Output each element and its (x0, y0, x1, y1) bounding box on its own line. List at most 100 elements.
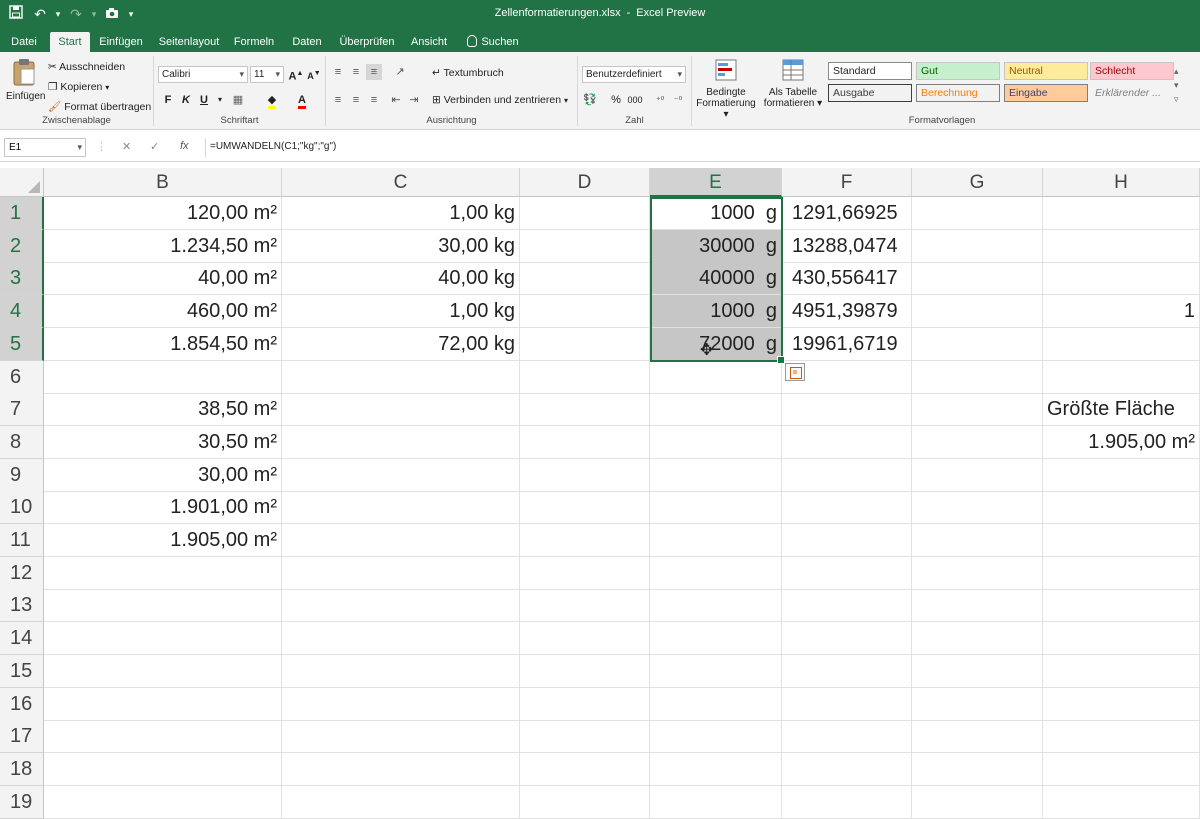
row-header-13[interactable]: 13 (0, 589, 44, 623)
cell-g13[interactable] (912, 589, 1043, 623)
cell-g3[interactable] (912, 262, 1043, 296)
cell-h10[interactable] (1043, 491, 1200, 525)
cell-c9[interactable] (282, 458, 520, 492)
cell-c8[interactable] (282, 425, 520, 459)
row-header-16[interactable]: 16 (0, 687, 44, 721)
cell-g9[interactable] (912, 458, 1043, 492)
cell-d4[interactable] (520, 295, 650, 329)
cell-e8[interactable] (650, 425, 782, 459)
row-header-14[interactable]: 14 (0, 622, 44, 656)
italic-button[interactable]: K (178, 92, 194, 108)
cell-h17[interactable] (1043, 720, 1200, 754)
cell-f11[interactable] (782, 524, 912, 557)
cell-b14[interactable] (44, 622, 282, 656)
worksheet-grid[interactable]: B C D E F G H 1 120,00 m² 1,00 kg 1000 g 1291,66925… (0, 168, 1200, 819)
cell-b11[interactable]: 1.905,00 m² (44, 524, 282, 557)
align-left-icon[interactable]: ≡ (330, 92, 346, 108)
cell-c17[interactable] (282, 720, 520, 754)
cell-g12[interactable] (912, 556, 1043, 590)
cell-b8[interactable]: 30,50 m² (44, 425, 282, 459)
row-header-12[interactable]: 12 (0, 556, 44, 590)
cell-e11[interactable] (650, 524, 782, 557)
cell-h9[interactable] (1043, 458, 1200, 492)
cell-c19[interactable] (282, 785, 520, 819)
cancel-icon[interactable]: ✕ (122, 140, 131, 153)
cell-c3[interactable]: 40,00 kg (282, 262, 520, 296)
cell-g7[interactable] (912, 393, 1043, 427)
cell-f7[interactable] (782, 393, 912, 427)
cell-e16[interactable] (650, 687, 782, 721)
cell-style-5[interactable]: Ausgabe (828, 84, 912, 102)
cell-h5[interactable] (1043, 327, 1200, 361)
cell-g8[interactable] (912, 425, 1043, 459)
cell-h3[interactable] (1043, 262, 1200, 296)
number-format-select[interactable]: Benutzerdefiniert (582, 66, 686, 83)
cell-e6[interactable] (650, 360, 782, 394)
cell-e15[interactable] (650, 654, 782, 688)
cell-d3[interactable] (520, 262, 650, 296)
cell-e7[interactable] (650, 393, 782, 427)
row-header-11[interactable]: 11 (0, 524, 44, 557)
column-header-c[interactable]: C (282, 168, 520, 197)
row-header-18[interactable]: 18 (0, 752, 44, 786)
cell-d13[interactable] (520, 589, 650, 623)
insert-function-icon[interactable]: fx (180, 140, 189, 152)
cell-e5[interactable]: 72000 g (650, 327, 782, 361)
cell-style-1[interactable]: Standard (828, 62, 912, 80)
column-header-e[interactable]: E (650, 168, 782, 197)
cell-d11[interactable] (520, 524, 650, 557)
shrink-font-button[interactable]: A▼ (306, 66, 322, 84)
cell-f18[interactable] (782, 752, 912, 786)
tab-daten[interactable]: Daten (288, 32, 326, 52)
copy-button[interactable]: ❐ Kopieren ▾ (48, 81, 109, 93)
row-header-10[interactable]: 10 (0, 491, 44, 525)
underline-dropdown-icon[interactable]: ▾ (212, 92, 228, 108)
tab-formeln[interactable]: Formeln (230, 32, 278, 52)
cell-c16[interactable] (282, 687, 520, 721)
tab-start[interactable]: Start (50, 32, 90, 52)
row-header-4[interactable]: 4 (0, 295, 44, 329)
row-header-8[interactable]: 8 (0, 425, 44, 459)
cell-b5[interactable]: 1.854,50 m² (44, 327, 282, 361)
cell-d1[interactable] (520, 197, 650, 230)
cell-h15[interactable] (1043, 654, 1200, 688)
cell-b12[interactable] (44, 556, 282, 590)
cell-d5[interactable] (520, 327, 650, 361)
cell-b10[interactable]: 1.901,00 m² (44, 491, 282, 525)
decrease-indent-icon[interactable]: ⇤ (388, 92, 404, 108)
cell-d6[interactable] (520, 360, 650, 394)
cell-g2[interactable] (912, 229, 1043, 263)
cell-e1[interactable]: 1000 g (650, 197, 782, 230)
cell-style-3[interactable]: Neutral (1004, 62, 1088, 80)
cell-h16[interactable] (1043, 687, 1200, 721)
cell-g6[interactable] (912, 360, 1043, 394)
cell-c4[interactable]: 1,00 kg (282, 295, 520, 329)
cell-f16[interactable] (782, 687, 912, 721)
thousands-button[interactable]: 000 (624, 92, 646, 108)
cell-b2[interactable]: 1.234,50 m² (44, 229, 282, 263)
cell-h14[interactable] (1043, 622, 1200, 656)
cell-h12[interactable] (1043, 556, 1200, 590)
cell-b16[interactable] (44, 687, 282, 721)
cell-h4[interactable]: 1 (1043, 295, 1200, 329)
tab-seitenlayout[interactable]: Seitenlayout (156, 32, 222, 52)
cell-b15[interactable] (44, 654, 282, 688)
search-tab[interactable]: Suchen (462, 32, 524, 52)
row-header-15[interactable]: 15 (0, 654, 44, 688)
cell-g10[interactable] (912, 491, 1043, 525)
cell-b6[interactable] (44, 360, 282, 394)
cell-e12[interactable] (650, 556, 782, 590)
cell-c2[interactable]: 30,00 kg (282, 229, 520, 263)
cell-d17[interactable] (520, 720, 650, 754)
cell-c6[interactable] (282, 360, 520, 394)
bold-button[interactable]: F (160, 92, 176, 108)
column-header-h[interactable]: H (1043, 168, 1200, 197)
cell-e2[interactable]: 30000 g (650, 229, 782, 263)
column-header-g[interactable]: G (912, 168, 1043, 197)
grow-font-button[interactable]: A▲ (288, 66, 304, 85)
cell-c14[interactable] (282, 622, 520, 656)
align-top-icon[interactable]: ≡ (330, 64, 346, 80)
row-header-17[interactable]: 17 (0, 720, 44, 754)
cell-g1[interactable] (912, 197, 1043, 230)
cell-style-8[interactable]: Erklärender ... (1090, 84, 1174, 102)
